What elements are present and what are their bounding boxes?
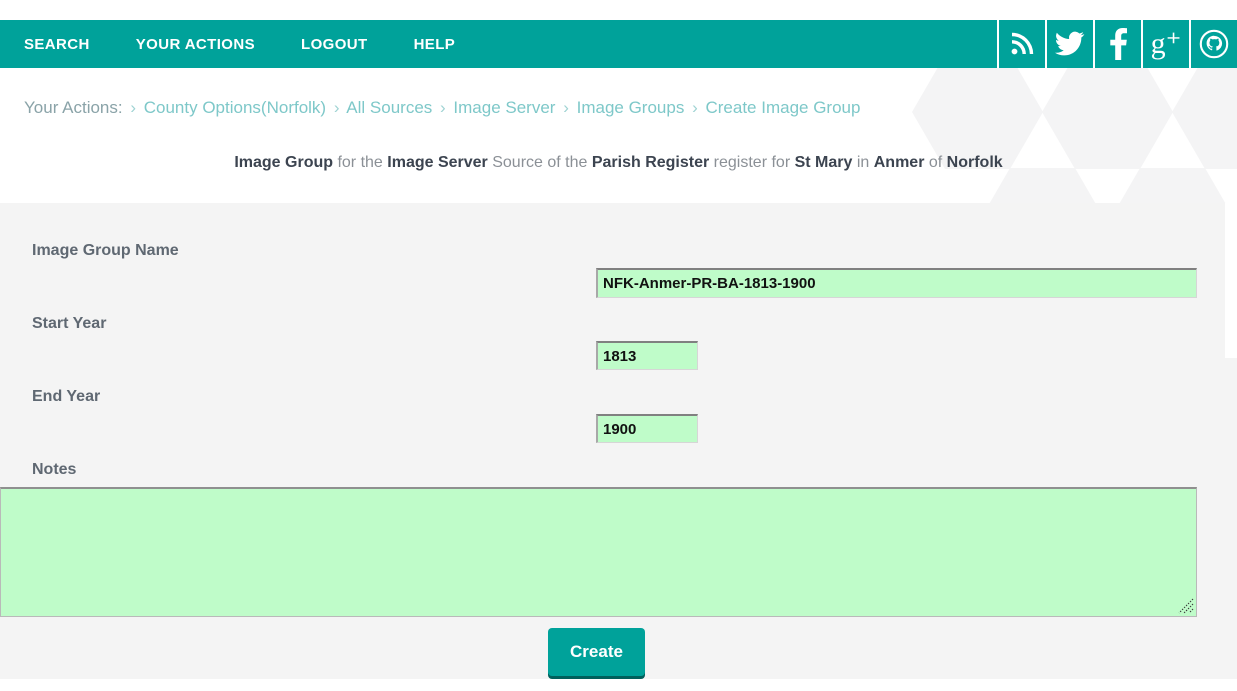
page-subtitle: Image Group for the Image Server Source … bbox=[0, 154, 1237, 172]
top-white-spacer bbox=[0, 0, 1237, 20]
subtitle-part: Image Server bbox=[387, 154, 488, 171]
google-plus-icon: g⁺ bbox=[1150, 27, 1182, 60]
github-icon bbox=[1199, 29, 1229, 59]
facebook-link[interactable] bbox=[1093, 20, 1141, 68]
nav-link-logout[interactable]: LOGOUT bbox=[301, 36, 368, 53]
create-button[interactable]: Create bbox=[548, 628, 645, 676]
image-group-name-label: Image Group Name bbox=[32, 242, 179, 259]
rss-link[interactable] bbox=[997, 20, 1045, 68]
subtitle-part: in bbox=[852, 154, 874, 171]
breadcrumb-separator: › bbox=[130, 98, 137, 117]
start-year-input[interactable] bbox=[596, 341, 698, 370]
notes-textarea[interactable] bbox=[0, 487, 1197, 617]
image-group-name-input[interactable] bbox=[596, 268, 1197, 298]
breadcrumb-separator: › bbox=[440, 98, 446, 117]
github-link[interactable] bbox=[1189, 20, 1237, 68]
subtitle-part: of bbox=[924, 154, 947, 171]
breadcrumb-item-image-groups[interactable]: Image Groups bbox=[577, 98, 685, 117]
breadcrumb-separator: › bbox=[333, 98, 340, 117]
nav-link-your-actions[interactable]: YOUR ACTIONS bbox=[136, 36, 255, 53]
facebook-icon bbox=[1110, 28, 1127, 60]
subtitle-part: St Mary bbox=[794, 154, 853, 171]
subtitle-part: Anmer bbox=[873, 154, 925, 171]
subtitle-part: Norfolk bbox=[946, 154, 1003, 171]
start-year-label: Start Year bbox=[32, 315, 107, 332]
breadcrumb-item-county-options[interactable]: County Options(Norfolk) bbox=[144, 98, 326, 117]
top-navigation-bar: SEARCH YOUR ACTIONS LOGOUT HELP g⁺ bbox=[0, 20, 1237, 68]
notes-label: Notes bbox=[32, 461, 77, 478]
subtitle-part: Source of the bbox=[487, 154, 592, 171]
page-root: SEARCH YOUR ACTIONS LOGOUT HELP g⁺ Your … bbox=[0, 0, 1237, 691]
rss-icon bbox=[1011, 32, 1034, 55]
nav-link-search[interactable]: SEARCH bbox=[24, 36, 90, 53]
bottom-white-strip bbox=[0, 679, 1237, 691]
subtitle-part: Parish Register bbox=[591, 154, 710, 171]
nav-links-group: SEARCH YOUR ACTIONS LOGOUT HELP bbox=[0, 20, 455, 68]
nav-link-help[interactable]: HELP bbox=[414, 36, 456, 53]
breadcrumb-item-all-sources[interactable]: All Sources bbox=[346, 98, 432, 117]
social-links-group: g⁺ bbox=[997, 20, 1237, 68]
google-plus-link[interactable]: g⁺ bbox=[1141, 20, 1189, 68]
breadcrumb-separator: › bbox=[563, 98, 569, 117]
panel-right-edge bbox=[1225, 203, 1237, 358]
subtitle-part: Image Group bbox=[234, 154, 334, 171]
end-year-input[interactable] bbox=[596, 414, 698, 443]
breadcrumb-root: Your Actions: bbox=[24, 98, 123, 117]
twitter-link[interactable] bbox=[1045, 20, 1093, 68]
breadcrumb-item-image-server[interactable]: Image Server bbox=[453, 98, 555, 117]
end-year-label: End Year bbox=[32, 388, 101, 405]
breadcrumb-separator: › bbox=[692, 98, 698, 117]
breadcrumb-item-create-image-group[interactable]: Create Image Group bbox=[705, 98, 860, 117]
subtitle-part: for the bbox=[333, 154, 388, 171]
subtitle-part: register for bbox=[709, 154, 795, 171]
twitter-icon bbox=[1055, 31, 1085, 56]
breadcrumb: Your Actions: › County Options(Norfolk) … bbox=[24, 98, 860, 118]
